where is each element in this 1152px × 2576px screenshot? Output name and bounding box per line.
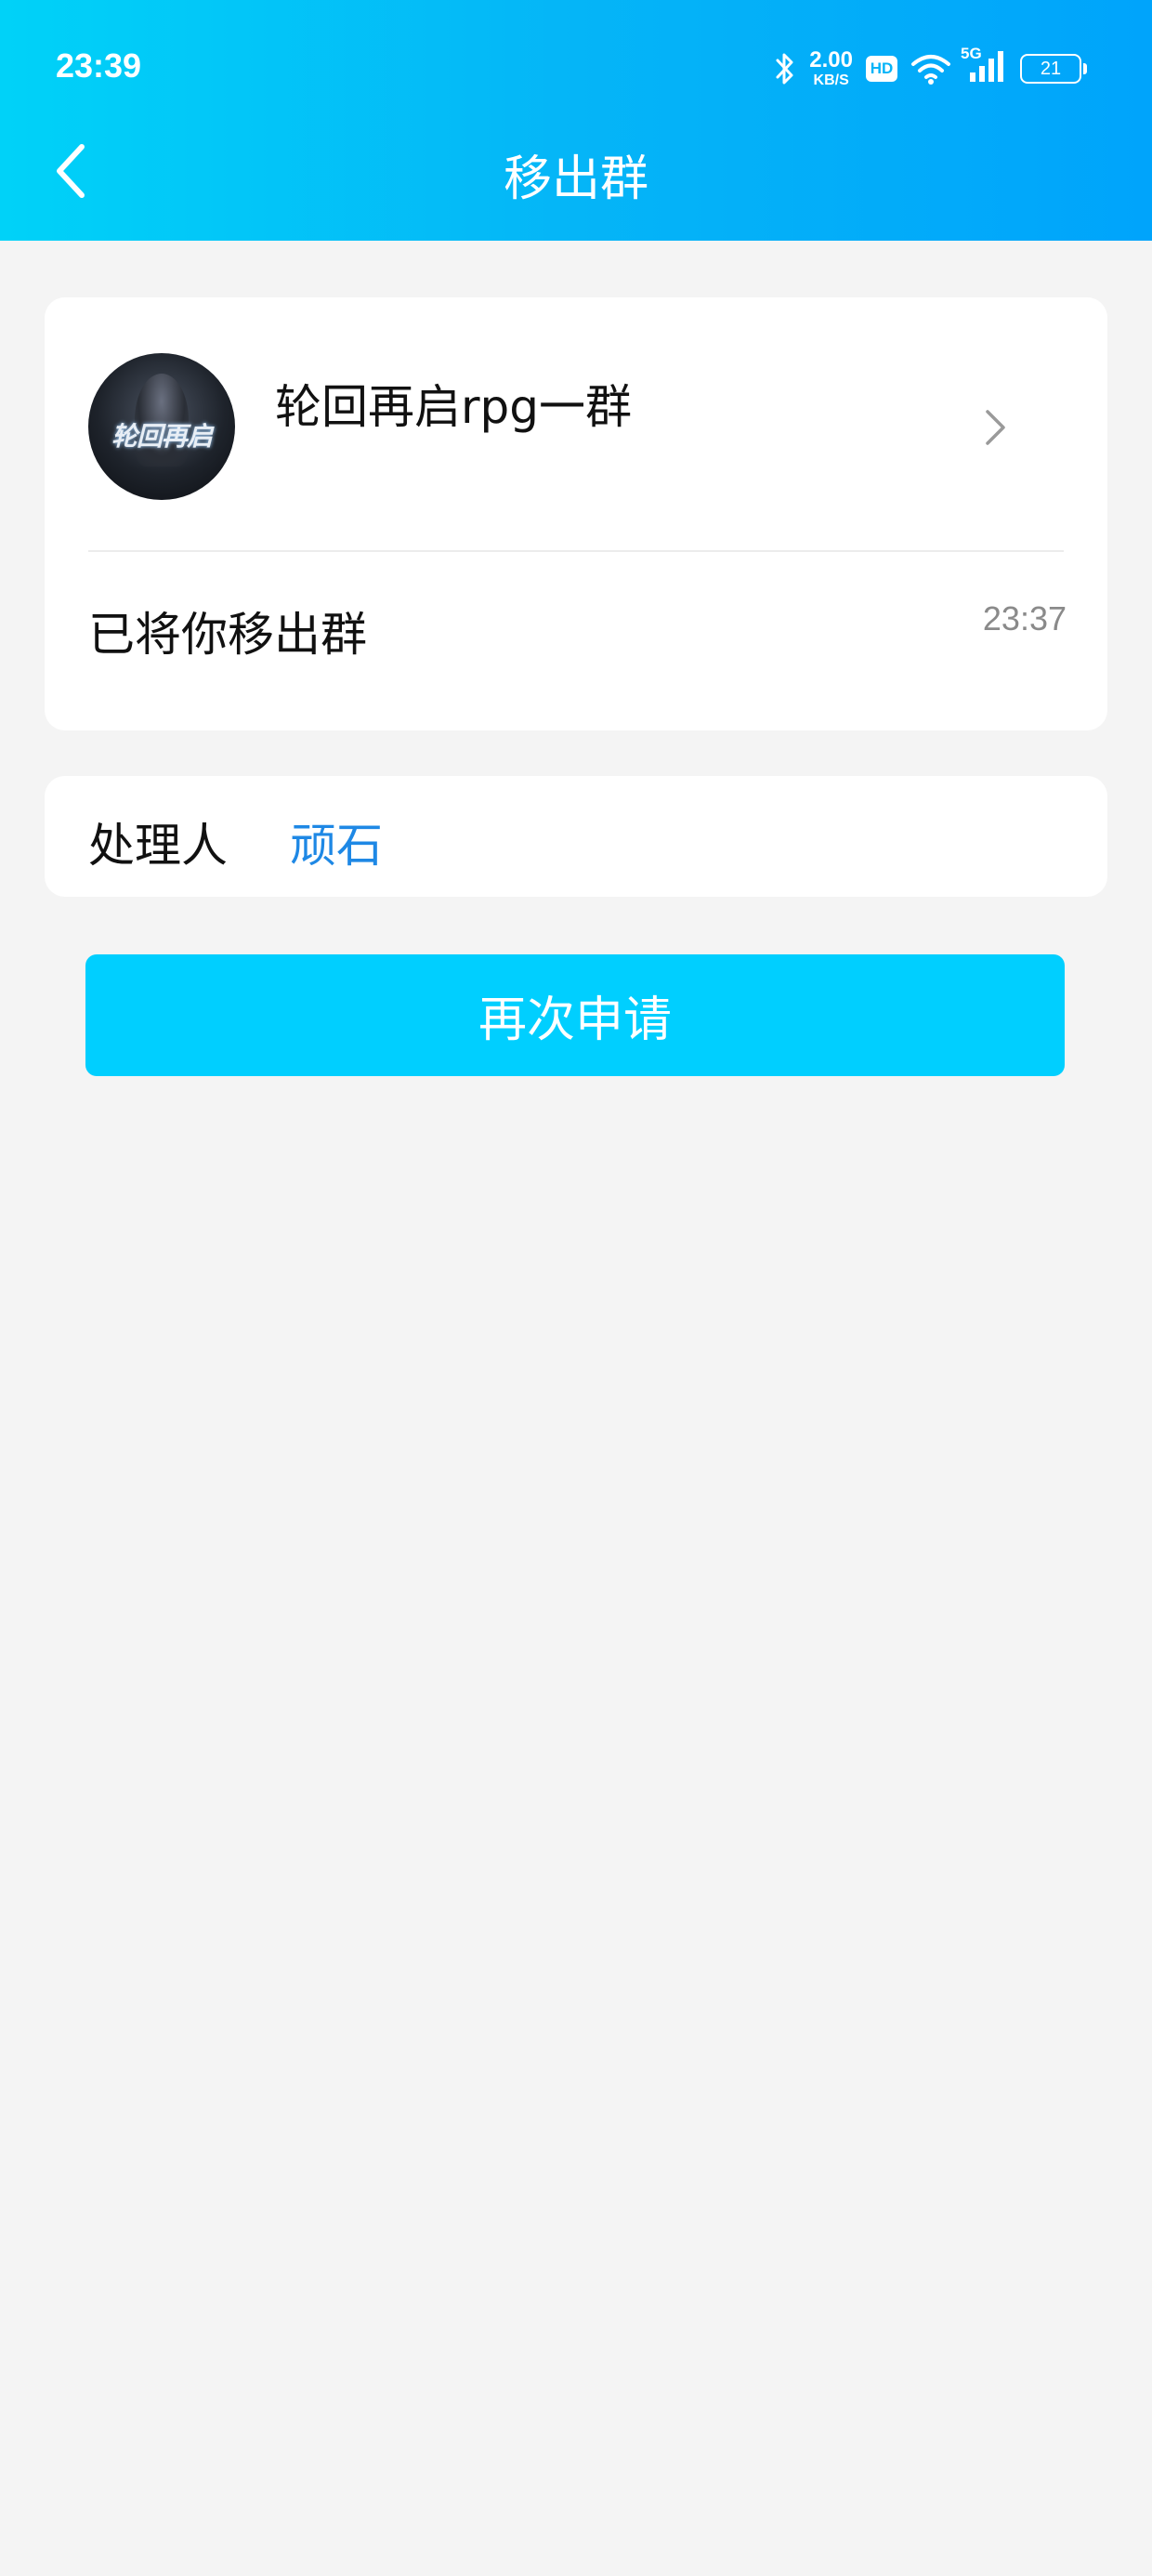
removal-message: 已将你移出群 <box>88 608 367 662</box>
battery-icon: 21 <box>1020 54 1087 84</box>
header-bar: 23:39 2.00 KB/S HD 5G 21 移出群 <box>0 0 1152 241</box>
status-bar: 23:39 2.00 KB/S HD 5G 21 <box>0 0 1152 138</box>
net-speed-unit: KB/S <box>813 72 849 88</box>
hd-icon: HD <box>866 56 897 82</box>
net-speed: 2.00 KB/S <box>809 49 853 88</box>
handler-card: 处理人 顽石 <box>45 776 1107 897</box>
chevron-right-icon[interactable] <box>981 407 1009 448</box>
group-info-card: 轮回再启 轮回再启rpg一群 已将你移出群 23:37 <box>45 297 1107 730</box>
handler-name-link[interactable]: 顽石 <box>290 808 383 875</box>
status-time: 23:39 <box>56 46 142 85</box>
handler-label: 处理人 <box>88 819 228 873</box>
divider <box>88 550 1064 552</box>
status-icons: 2.00 KB/S HD 5G 21 <box>774 43 1087 95</box>
network-type-label: 5G <box>961 45 982 62</box>
avatar-logo-text: 轮回再启 <box>111 421 213 452</box>
bluetooth-icon <box>776 53 793 85</box>
group-name[interactable]: 轮回再启rpg一群 <box>275 370 632 437</box>
battery-level: 21 <box>1040 58 1062 79</box>
group-avatar[interactable]: 轮回再启 <box>88 353 235 500</box>
net-speed-value: 2.00 <box>809 47 853 72</box>
page-title: 移出群 <box>503 151 648 207</box>
wifi-icon <box>911 55 950 85</box>
signal-5g-icon: 5G <box>961 45 1007 89</box>
message-timestamp: 23:37 <box>982 599 1067 637</box>
reapply-button[interactable]: 再次申请 <box>85 954 1065 1076</box>
